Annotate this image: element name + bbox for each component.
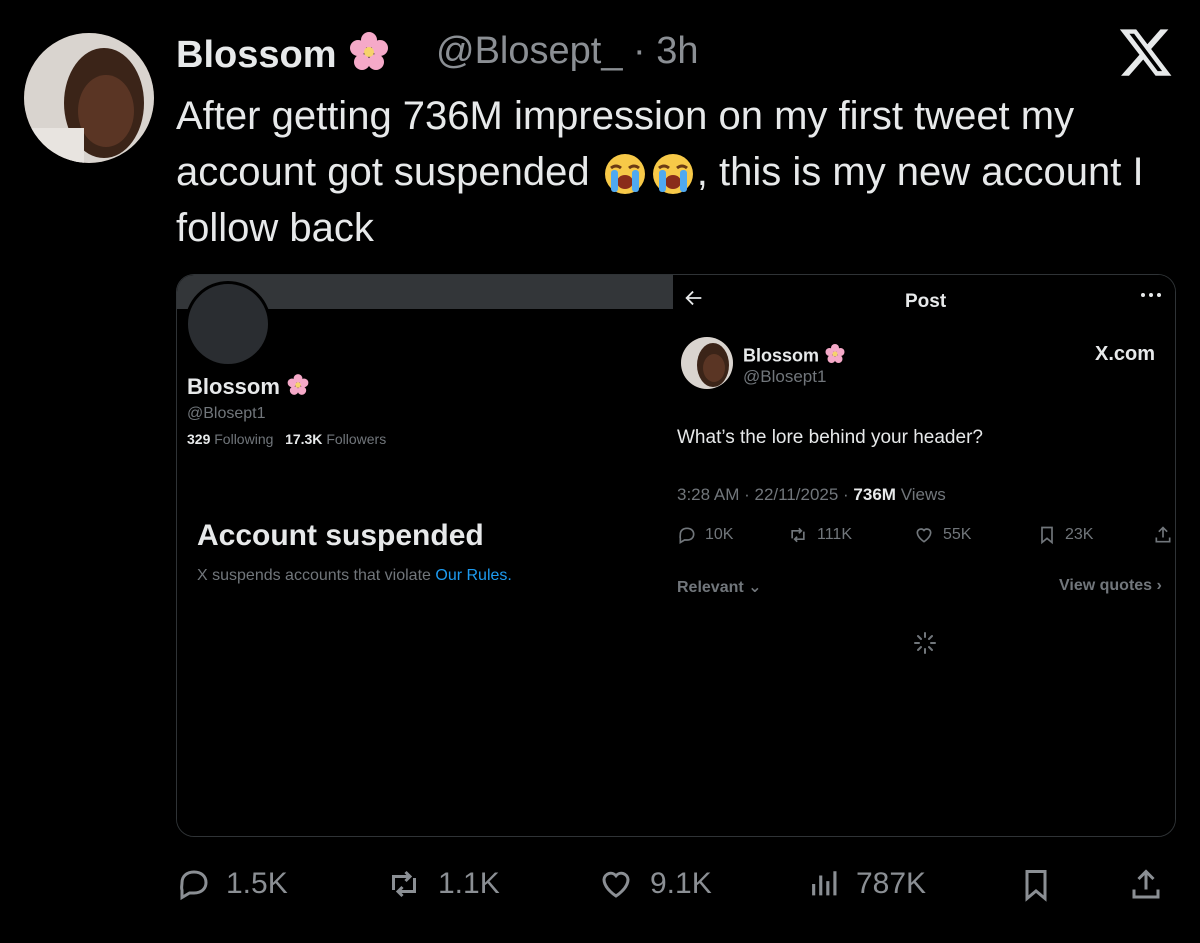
suspended-profile-handle: @Blosept1 xyxy=(187,405,266,422)
post-meta: 3:28 AM · 22/11/2025 · 736M Views xyxy=(677,485,946,504)
like-stat: 55K xyxy=(913,525,971,545)
tweet-text: After getting 736M impression on my firs… xyxy=(176,94,1144,250)
like-count: 9.1K xyxy=(650,867,712,900)
cherry-blossom-icon xyxy=(824,343,846,370)
account-suspended-text: X suspends accounts that violate Our Rul… xyxy=(197,567,512,584)
suspended-profile-name: Blossom xyxy=(187,373,310,403)
post-header-title: Post xyxy=(905,291,947,312)
loading-spinner-icon xyxy=(913,631,937,655)
follow-stats: 329 Following 17.3K Followers xyxy=(187,431,387,447)
author-name[interactable]: Blossom xyxy=(176,30,391,84)
post-author-avatar xyxy=(681,337,733,389)
reply-icon xyxy=(180,870,208,901)
cherry-blossom-icon xyxy=(286,373,310,403)
sort-dropdown: Relevant ⌄ xyxy=(677,579,762,596)
profile-avatar[interactable] xyxy=(24,33,154,163)
bookmark-stat: 23K xyxy=(1037,525,1093,545)
repost-stat: 111K xyxy=(787,525,852,545)
tweet-action-bar: 1.5K 1.1K 9.1K 787K xyxy=(176,860,1174,910)
analytics-icon xyxy=(812,871,837,896)
share-button[interactable] xyxy=(1128,866,1164,904)
heart-icon xyxy=(916,528,932,543)
loudly-crying-face-emoji-icon xyxy=(651,152,695,196)
like-button[interactable]: 9.1K xyxy=(596,866,712,902)
post-view-screenshot: Post Blossom @Blosept1 X.com What’s the … xyxy=(673,275,1175,836)
reply-button[interactable]: 1.5K xyxy=(176,866,288,902)
views-count: 787K xyxy=(856,867,927,900)
post-header: Post xyxy=(673,275,1175,329)
more-horizontal-icon xyxy=(1139,285,1163,311)
bookmark-button[interactable] xyxy=(1018,866,1054,904)
author-handle-and-time[interactable]: @Blosept_ · 3h xyxy=(436,30,699,73)
repost-icon xyxy=(791,527,805,543)
arrow-left-icon xyxy=(683,287,705,315)
post-author-name: Blossom xyxy=(743,343,846,370)
share-icon xyxy=(1132,869,1160,899)
reply-count: 1.5K xyxy=(226,867,288,900)
our-rules-link: Our Rules. xyxy=(435,567,512,584)
loudly-crying-face-emoji-icon xyxy=(603,152,647,196)
account-suspended-title: Account suspended xyxy=(197,519,484,552)
post-author-handle: @Blosept1 xyxy=(743,367,827,386)
views-button[interactable]: 787K xyxy=(808,866,926,902)
repost-button[interactable]: 1.1K xyxy=(384,866,500,902)
reply-icon xyxy=(679,527,695,544)
suspended-profile-screenshot: Blossom @Blosept1 329 Following 17.3K Fo… xyxy=(177,275,673,836)
site-label: X.com xyxy=(1095,343,1156,365)
view-quotes-link: View quotes › xyxy=(1059,577,1162,594)
bookmark-icon xyxy=(1041,526,1053,545)
x-logo-icon xyxy=(1118,24,1174,80)
repost-icon xyxy=(392,870,416,898)
post-body: What’s the lore behind your header? xyxy=(677,427,983,448)
post-actions: 10K 111K 55K 23K xyxy=(677,525,1175,549)
heart-icon xyxy=(602,871,630,898)
media-image[interactable]: Blossom @Blosept1 329 Following 17.3K Fo… xyxy=(176,274,1176,837)
suspended-avatar xyxy=(185,281,271,367)
repost-count: 1.1K xyxy=(438,867,500,900)
bookmark-icon xyxy=(1025,870,1047,902)
cherry-blossom-icon xyxy=(347,30,391,84)
share-icon xyxy=(1153,525,1173,545)
reply-stat: 10K xyxy=(677,525,733,545)
